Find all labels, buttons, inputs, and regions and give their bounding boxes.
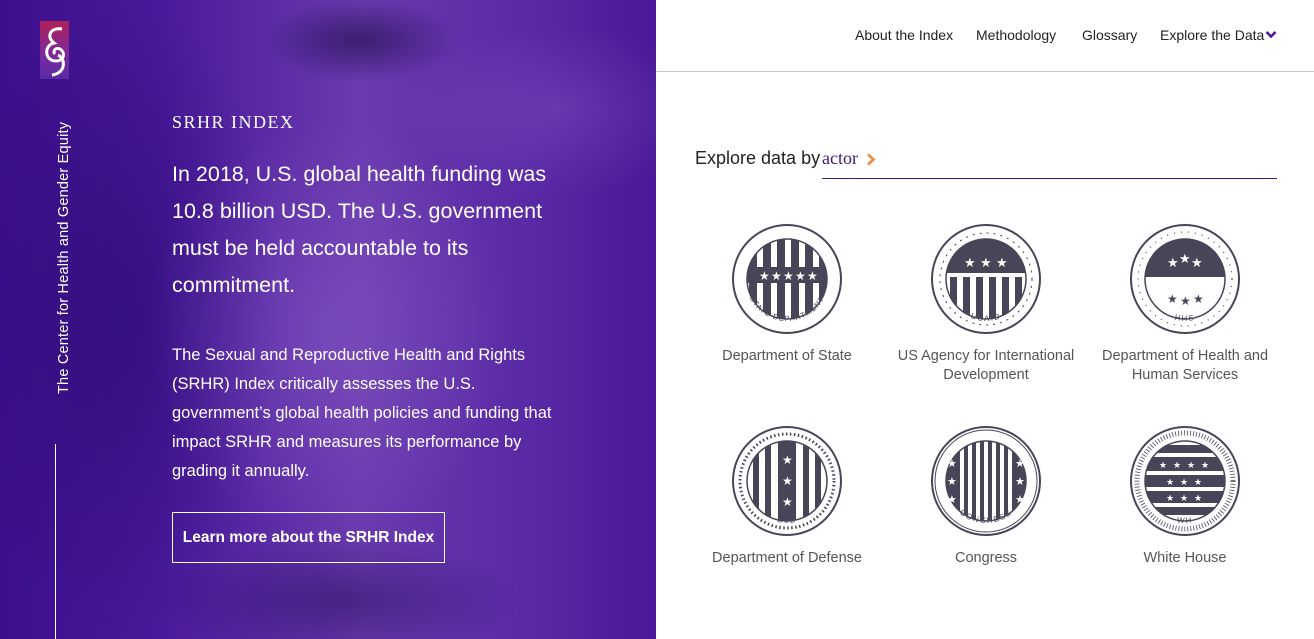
- svg-text:★: ★: [759, 269, 770, 283]
- svg-text:WH: WH: [1177, 515, 1194, 525]
- svg-text:★: ★: [782, 474, 793, 488]
- actor-label-white-house: White House: [1143, 550, 1227, 566]
- explore-by-dropdown[interactable]: actor: [822, 146, 1277, 179]
- hero-description: The Sexual and Reproductive Health and R…: [172, 346, 552, 480]
- svg-text:★: ★: [996, 255, 1008, 270]
- svg-text:★: ★: [1015, 458, 1025, 470]
- svg-text:★: ★: [1166, 493, 1174, 503]
- chevron-right-icon: [867, 153, 876, 166]
- nav-glossary[interactable]: Glossary: [1082, 27, 1137, 43]
- dod-seal-icon: ★ ★ ★ DoD: [732, 426, 842, 536]
- svg-text:★: ★: [1194, 477, 1202, 487]
- svg-text:★: ★: [1180, 493, 1188, 503]
- svg-text:★: ★: [1180, 294, 1191, 308]
- actor-label-state: Department of State: [722, 348, 852, 364]
- actor-card-state[interactable]: ★ ★ ★ ★ ★ STATE DEPARTMENT Department of…: [692, 223, 882, 366]
- svg-text:★: ★: [782, 495, 793, 509]
- svg-text:★: ★: [1180, 477, 1188, 487]
- svg-text:★: ★: [771, 269, 782, 283]
- svg-text:★: ★: [947, 494, 957, 506]
- usaid-seal-icon: ★ ★ ★ USAID: [931, 224, 1041, 334]
- svg-text:★: ★: [795, 269, 806, 283]
- svg-text:★: ★: [1167, 292, 1178, 306]
- white-house-seal-text: WH: [1177, 515, 1192, 525]
- explore-selected-value: actor: [822, 148, 858, 168]
- svg-text:★: ★: [783, 269, 794, 283]
- actor-card-white-house[interactable]: ★ ★ ★ ★ ★ ★ ★ ★ ★ ★ WH White House: [1090, 425, 1280, 568]
- svg-text:★: ★: [1159, 460, 1167, 470]
- hero-eyebrow: SRHR INDEX: [172, 112, 295, 132]
- org-name: The Center for Health and Gender Equity: [56, 121, 72, 394]
- svg-text:HHS: HHS: [1174, 313, 1196, 323]
- explore-label: Explore data by: [695, 148, 821, 168]
- congress-seal-icon: ★ ★ ★ ★ ★ ★ CONGRESS: [931, 426, 1041, 536]
- hhs-seal-icon: ★ ★ ★ ★ ★ ★ HHS: [1130, 224, 1240, 334]
- svg-text:★: ★: [1201, 460, 1209, 470]
- actor-card-usaid[interactable]: ★ ★ ★ USAID US Agency for International …: [891, 223, 1081, 385]
- svg-text:★: ★: [1173, 460, 1181, 470]
- nav-methodology[interactable]: Methodology: [976, 27, 1056, 43]
- vertical-divider: [55, 444, 56, 639]
- hhs-seal-text: HHS: [1174, 313, 1194, 323]
- svg-text:★: ★: [807, 269, 818, 283]
- cghe-monogram-icon[interactable]: [40, 21, 69, 79]
- svg-text:★: ★: [1194, 493, 1202, 503]
- svg-text:★: ★: [947, 476, 957, 488]
- actor-card-dod[interactable]: ★ ★ ★ DoD Department of Defense: [692, 425, 882, 568]
- svg-text:★: ★: [1179, 251, 1191, 266]
- actor-label-hhs: Department of Health and Human Services: [1101, 348, 1269, 383]
- actor-label-usaid: US Agency for International Development: [897, 348, 1075, 383]
- actor-card-hhs[interactable]: ★ ★ ★ ★ ★ ★ HHS Department of Health and…: [1090, 223, 1280, 385]
- svg-text:★: ★: [980, 255, 992, 270]
- learn-more-button[interactable]: Learn more about the SRHR Index: [172, 512, 445, 563]
- actor-card-congress[interactable]: ★ ★ ★ ★ ★ ★ CONGRESS Congress: [891, 425, 1081, 568]
- svg-text:★: ★: [782, 453, 793, 467]
- actor-label-dod: Department of Defense: [712, 550, 862, 566]
- svg-text:★: ★: [1015, 476, 1025, 488]
- svg-text:★: ★: [1167, 255, 1179, 270]
- nav-about-the-index[interactable]: About the Index: [855, 27, 953, 43]
- svg-text:★: ★: [1187, 460, 1195, 470]
- hero-headline: In 2018, U.S. global health funding was …: [172, 162, 547, 297]
- svg-text:DoD: DoD: [777, 515, 798, 525]
- hero-panel: The Center for Health and Gender Equity …: [0, 0, 656, 639]
- svg-text:★: ★: [964, 255, 976, 270]
- svg-text:★: ★: [1015, 494, 1025, 506]
- dod-seal-text: DoD: [777, 515, 796, 525]
- actor-label-congress: Congress: [954, 550, 1018, 566]
- nav-explore-the-data[interactable]: Explore the Data: [1160, 27, 1264, 43]
- chevron-down-icon[interactable]: [1265, 30, 1277, 39]
- state-department-seal-icon: ★ ★ ★ ★ ★ STATE DEPARTMENT: [732, 224, 842, 334]
- svg-text:★: ★: [1193, 292, 1204, 306]
- svg-text:★: ★: [1166, 477, 1174, 487]
- top-navigation: About the Index Methodology Glossary Exp…: [656, 0, 1314, 72]
- svg-text:★: ★: [1191, 255, 1203, 270]
- svg-text:★: ★: [947, 458, 957, 470]
- white-house-seal-icon: ★ ★ ★ ★ ★ ★ ★ ★ ★ ★ WH: [1130, 426, 1240, 536]
